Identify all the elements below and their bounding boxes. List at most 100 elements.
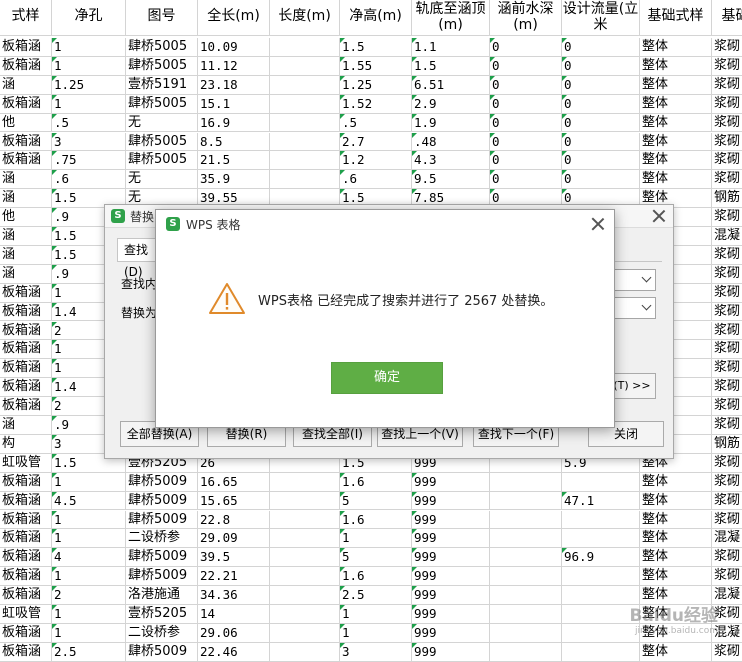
table-cell[interactable]: 浆砌 bbox=[712, 133, 742, 152]
table-cell[interactable]: 整体 bbox=[640, 151, 712, 171]
table-cell[interactable]: 2.5 bbox=[340, 586, 412, 605]
table-cell[interactable]: 整体 bbox=[640, 38, 712, 57]
table-cell[interactable]: 1 bbox=[340, 605, 412, 624]
table-cell[interactable]: 1.25 bbox=[340, 75, 412, 95]
table-cell[interactable]: 2.5 bbox=[52, 642, 126, 662]
table-cell[interactable]: 1.1 bbox=[412, 38, 490, 57]
table-cell[interactable]: 16.65 bbox=[198, 472, 270, 492]
table-cell[interactable] bbox=[270, 38, 340, 57]
table-cell[interactable]: 4.3 bbox=[412, 151, 490, 171]
table-cell[interactable]: 壹桥5205 bbox=[126, 605, 198, 624]
table-cell[interactable]: 1 bbox=[52, 94, 126, 114]
table-cell[interactable]: 0 bbox=[562, 151, 640, 171]
table-cell[interactable]: 浆砌 bbox=[712, 76, 742, 95]
table-cell[interactable]: 0 bbox=[562, 132, 640, 152]
table-cell[interactable]: 板箱涵 bbox=[0, 378, 52, 398]
table-cell[interactable]: 板箱涵 bbox=[0, 623, 52, 643]
table-cell[interactable]: 39.5 bbox=[198, 548, 270, 568]
table-cell[interactable]: 二设桥参 bbox=[126, 623, 198, 643]
table-cell[interactable] bbox=[270, 586, 340, 605]
table-cell[interactable]: 肆桥5005 bbox=[126, 56, 198, 76]
table-cell[interactable]: 0 bbox=[562, 75, 640, 95]
table-cell[interactable]: 板箱涵 bbox=[0, 567, 52, 587]
table-cell[interactable]: 整体 bbox=[640, 567, 712, 587]
table-cell[interactable]: 壹桥5191 bbox=[126, 75, 198, 95]
table-cell[interactable]: 15.1 bbox=[198, 94, 270, 114]
column-header[interactable]: 设计流量(立米 bbox=[562, 0, 640, 36]
table-cell[interactable]: 浆砌 bbox=[712, 284, 742, 303]
table-cell[interactable]: 浆砌 bbox=[712, 322, 742, 341]
table-cell[interactable]: 板箱涵 bbox=[0, 151, 52, 171]
table-cell[interactable]: 999 bbox=[412, 642, 490, 662]
table-cell[interactable]: 999 bbox=[412, 586, 490, 605]
table-cell[interactable]: 整体 bbox=[640, 170, 712, 190]
table-cell[interactable]: 浆砌 bbox=[712, 114, 742, 133]
table-cell[interactable] bbox=[490, 567, 562, 587]
table-cell[interactable]: 1.2 bbox=[340, 151, 412, 171]
table-cell[interactable] bbox=[490, 586, 562, 605]
table-cell[interactable]: 他 bbox=[0, 208, 52, 227]
table-cell[interactable]: 板箱涵 bbox=[0, 397, 52, 416]
table-cell[interactable] bbox=[490, 491, 562, 511]
table-cell[interactable]: 板箱涵 bbox=[0, 472, 52, 492]
table-cell[interactable] bbox=[562, 623, 640, 643]
table-cell[interactable]: 整体 bbox=[640, 75, 712, 95]
table-cell[interactable]: 0 bbox=[490, 113, 562, 133]
column-header[interactable]: 长度(m) bbox=[270, 0, 340, 36]
table-cell[interactable]: 14 bbox=[198, 605, 270, 624]
table-cell[interactable]: 23.18 bbox=[198, 75, 270, 95]
table-cell[interactable]: 混凝 bbox=[712, 529, 742, 549]
table-cell[interactable]: 2.9 bbox=[412, 94, 490, 114]
table-cell[interactable]: 1 bbox=[52, 472, 126, 492]
table-cell[interactable]: 肆桥5009 bbox=[126, 642, 198, 662]
table-cell[interactable]: 无 bbox=[126, 170, 198, 190]
table-cell[interactable]: 999 bbox=[412, 510, 490, 530]
table-cell[interactable]: 肆桥5009 bbox=[126, 548, 198, 568]
table-cell[interactable]: 浆砌 bbox=[712, 359, 742, 379]
table-cell[interactable]: 1 bbox=[52, 529, 126, 549]
table-cell[interactable] bbox=[490, 642, 562, 662]
table-cell[interactable]: 整体 bbox=[640, 491, 712, 511]
table-cell[interactable]: 整体 bbox=[640, 94, 712, 114]
table-cell[interactable]: 整体 bbox=[640, 56, 712, 76]
table-cell[interactable]: 0 bbox=[562, 170, 640, 190]
table-cell[interactable]: 0 bbox=[490, 132, 562, 152]
table-cell[interactable] bbox=[562, 472, 640, 492]
table-cell[interactable]: 22.8 bbox=[198, 510, 270, 530]
table-cell[interactable]: 999 bbox=[412, 605, 490, 624]
table-cell[interactable]: 999 bbox=[412, 623, 490, 643]
table-cell[interactable]: 0 bbox=[490, 151, 562, 171]
table-cell[interactable]: 2.7 bbox=[340, 132, 412, 152]
table-cell[interactable] bbox=[490, 472, 562, 492]
table-cell[interactable] bbox=[562, 567, 640, 587]
table-cell[interactable]: 浆砌 bbox=[712, 151, 742, 171]
table-cell[interactable] bbox=[490, 529, 562, 549]
table-cell[interactable]: 999 bbox=[412, 529, 490, 549]
table-cell[interactable]: 29.06 bbox=[198, 623, 270, 643]
table-cell[interactable]: 构 bbox=[0, 434, 52, 454]
table-cell[interactable]: 肆桥5005 bbox=[126, 132, 198, 152]
table-cell[interactable]: 1.6 bbox=[340, 567, 412, 587]
table-cell[interactable]: 1.6 bbox=[340, 510, 412, 530]
table-cell[interactable]: 1 bbox=[340, 529, 412, 549]
table-cell[interactable] bbox=[490, 548, 562, 568]
table-cell[interactable]: 1.55 bbox=[340, 56, 412, 76]
table-cell[interactable]: 1 bbox=[52, 56, 126, 76]
table-cell[interactable]: 板箱涵 bbox=[0, 321, 52, 341]
table-cell[interactable]: 96.9 bbox=[562, 548, 640, 568]
table-cell[interactable]: 涵 bbox=[0, 75, 52, 95]
table-cell[interactable]: 1.25 bbox=[52, 75, 126, 95]
replace-combo[interactable] bbox=[610, 297, 656, 319]
table-cell[interactable]: 板箱涵 bbox=[0, 38, 52, 57]
table-cell[interactable] bbox=[270, 56, 340, 76]
table-cell[interactable]: 15.65 bbox=[198, 491, 270, 511]
table-cell[interactable]: 浆砌 bbox=[712, 265, 742, 284]
table-cell[interactable]: 涵 bbox=[0, 245, 52, 265]
table-cell[interactable]: 肆桥5009 bbox=[126, 491, 198, 511]
table-cell[interactable]: 8.5 bbox=[198, 132, 270, 152]
table-cell[interactable]: 浆砌 bbox=[712, 473, 742, 492]
table-cell[interactable]: 浆砌 bbox=[712, 38, 742, 57]
table-cell[interactable]: 浆砌 bbox=[712, 303, 742, 322]
table-cell[interactable]: 板箱涵 bbox=[0, 340, 52, 360]
table-cell[interactable] bbox=[270, 567, 340, 587]
